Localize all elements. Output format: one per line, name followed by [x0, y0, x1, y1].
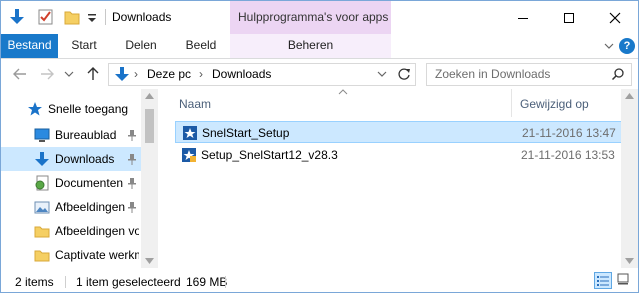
minimize-icon: [518, 17, 528, 19]
large-icons-view-button[interactable]: [615, 272, 633, 289]
pin-icon[interactable]: [127, 201, 137, 213]
folder-icon: [34, 250, 50, 262]
column-header-name[interactable]: Naam: [179, 97, 211, 111]
status-size: 169 MB: [186, 275, 228, 289]
chevron-down-icon: [64, 71, 74, 77]
details-view-button[interactable]: [594, 272, 612, 289]
toolbar-separator: [105, 9, 106, 25]
sidebar-item-bureaublad[interactable]: Bureaublad: [1, 123, 141, 147]
address-bar[interactable]: › Deze pc › Downloads: [108, 63, 416, 86]
arrow-right-icon: [41, 68, 54, 80]
scroll-up-icon[interactable]: [625, 93, 634, 99]
search-icon[interactable]: [611, 67, 625, 81]
close-button[interactable]: [592, 1, 638, 34]
sidebar-item-downloads[interactable]: Downloads: [1, 147, 141, 171]
up-button[interactable]: [85, 66, 101, 82]
tab-bestand[interactable]: Bestand: [1, 34, 58, 58]
new-folder-icon[interactable]: [63, 7, 81, 27]
pin-icon[interactable]: [127, 153, 137, 165]
minimize-button[interactable]: [500, 1, 546, 34]
sidebar-item-label: Captivate werkm: [55, 248, 139, 262]
file-name: SnelStart_Setup: [202, 126, 290, 140]
list-item[interactable]: SnelStart_Setup 21-11-2016 13:47: [175, 121, 633, 143]
search-placeholder: Zoeken in Downloads: [435, 67, 551, 81]
forward-button[interactable]: [39, 66, 55, 82]
close-icon: [609, 12, 621, 23]
file-list-scrollbar[interactable]: [621, 89, 638, 268]
details-view-icon: [597, 276, 609, 286]
status-item-count: 2 items: [15, 275, 54, 289]
large-icons-view-icon: [617, 273, 629, 285]
pin-icon[interactable]: [127, 177, 137, 189]
help-button[interactable]: ?: [619, 38, 635, 54]
window-title: Downloads: [112, 10, 172, 24]
context-tab-header: Hulpprogramma's voor apps: [230, 1, 391, 34]
breadcrumb-separator: ›: [134, 67, 138, 81]
download-arrow-icon[interactable]: [8, 7, 26, 27]
sidebar-item-afbeeldingen-vo[interactable]: Afbeeldingen vo: [1, 219, 141, 243]
search-input[interactable]: Zoeken in Downloads: [426, 63, 632, 86]
context-tab-title: Hulpprogramma's voor apps: [238, 10, 389, 24]
sidebar-scroll-thumb[interactable]: [145, 109, 154, 143]
list-item[interactable]: Setup_SnelStart12_v28.3 21-11-2016 13:53: [175, 144, 633, 166]
folder-icon: [34, 226, 50, 238]
ribbon: Bestand Start Delen Beeld Beheren ?: [1, 34, 638, 59]
scroll-down-icon[interactable]: [145, 258, 154, 264]
documents-icon: [35, 175, 49, 191]
column-header-modified[interactable]: Gewijzigd op: [520, 97, 589, 111]
file-list: Naam Gewijzigd op SnelStart_Setup 21-11-…: [158, 89, 638, 268]
tab-beheren[interactable]: Beheren: [230, 34, 391, 58]
sidebar-item-label: Afbeeldingen vo: [55, 224, 139, 238]
breadcrumb-downloads[interactable]: Downloads: [212, 67, 271, 81]
refresh-icon[interactable]: [397, 67, 411, 81]
breadcrumb-deze-pc[interactable]: Deze pc: [147, 67, 191, 81]
explorer-window: Downloads Hulpprogramma's voor apps Best…: [0, 0, 639, 293]
status-separator: [225, 276, 226, 288]
scroll-up-icon[interactable]: [145, 93, 154, 99]
snelstart-installer-icon: [183, 126, 197, 140]
sort-ascending-icon: [338, 89, 348, 95]
sidebar-item-captivate-werkm[interactable]: Captivate werkm: [1, 243, 141, 267]
breadcrumb-separator: ›: [199, 67, 203, 81]
sidebar-item-documenten[interactable]: Documenten: [1, 171, 141, 195]
download-icon: [35, 152, 49, 166]
tab-delen[interactable]: Delen: [110, 34, 172, 58]
star-icon: [28, 102, 42, 116]
chevron-down-icon[interactable]: [377, 69, 387, 79]
recent-locations-button[interactable]: [63, 66, 75, 82]
tab-start[interactable]: Start: [58, 34, 110, 58]
sidebar-item-snelle-toegang[interactable]: Snelle toegang: [1, 97, 141, 121]
maximize-icon: [564, 12, 574, 23]
chevron-down-icon[interactable]: [603, 40, 615, 52]
status-separator: [65, 276, 66, 288]
download-icon: [115, 67, 129, 81]
properties-icon[interactable]: [37, 7, 55, 27]
column-divider[interactable]: [511, 89, 512, 117]
pictures-icon: [34, 201, 50, 214]
scroll-down-icon[interactable]: [625, 258, 634, 264]
sidebar-item-label: Snelle toegang: [48, 102, 129, 116]
file-name: Setup_SnelStart12_v28.3: [201, 148, 338, 162]
title-bar: Downloads Hulpprogramma's voor apps: [1, 1, 638, 34]
navigation-pane: Snelle toegang Bureaublad Downloads Docu…: [1, 89, 158, 268]
navigation-bar: › Deze pc › Downloads Zoeken in Download…: [1, 59, 638, 89]
customize-toolbar-icon[interactable]: [86, 7, 98, 27]
file-modified: 21-11-2016 13:47: [522, 126, 616, 140]
status-selection: 1 item geselecteerd: [76, 275, 181, 289]
back-button[interactable]: [12, 66, 28, 82]
maximize-button[interactable]: [546, 1, 592, 34]
pin-icon[interactable]: [127, 129, 137, 141]
desktop-icon: [34, 128, 50, 142]
arrow-left-icon: [13, 68, 26, 80]
snelstart-installer-icon: [182, 148, 196, 162]
sidebar-item-afbeeldingen[interactable]: Afbeeldingen: [1, 195, 141, 219]
arrow-up-icon: [87, 67, 99, 80]
status-bar: 2 items 1 item geselecteerd 169 MB: [1, 270, 638, 292]
file-modified: 21-11-2016 13:53: [521, 148, 615, 162]
tab-beeld[interactable]: Beeld: [172, 34, 230, 58]
